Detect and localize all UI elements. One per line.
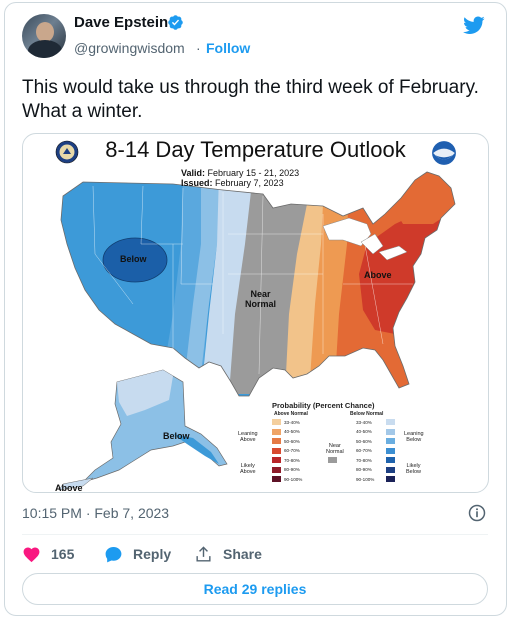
- tweet-media-map[interactable]: 8-14 Day Temperature Outlook Valid: Febr…: [22, 133, 489, 493]
- tweet-text: This would take us through the third wee…: [22, 77, 479, 122]
- legend-likely-below: Likely Below: [406, 463, 421, 475]
- legend-above-range: 40-50%: [284, 429, 300, 434]
- separator-dot: ·: [196, 40, 201, 56]
- legend-below-header: Below Normal: [350, 411, 384, 417]
- valid-label: Valid:: [181, 168, 206, 178]
- legend-below-range: 50-60%: [356, 438, 372, 444]
- legend-above-range: 60-70%: [284, 448, 300, 453]
- legend-above-swatch: [272, 466, 281, 473]
- legend-below-swatch: [386, 438, 395, 444]
- label-below-west: Below: [120, 254, 147, 264]
- legend-above-range: 33-40%: [284, 419, 300, 425]
- like-count: 165: [51, 546, 75, 562]
- legend-title: Probability (Percent Chance): [272, 401, 375, 410]
- legend-above-header: Above Normal: [274, 411, 308, 417]
- legend-below-range: 40-50%: [356, 429, 372, 434]
- legend-above-swatch: [272, 428, 281, 435]
- share-icon: [196, 545, 211, 562]
- legend-above-range: 90-100%: [284, 476, 303, 482]
- tweet-timestamp[interactable]: 10:15 PM · Feb 7, 2023: [22, 505, 169, 521]
- legend-above-range: 50-60%: [284, 438, 300, 444]
- legend-near-normal: Near Normal: [326, 443, 344, 455]
- legend-leaning-below: Leaning Below: [404, 431, 424, 443]
- legend-below-swatch: [386, 457, 395, 463]
- legend-below-swatch: [386, 447, 395, 454]
- reply-bubble-icon: [105, 546, 122, 562]
- legend-below-swatch: [386, 419, 395, 425]
- label-near-normal: Near Normal: [245, 289, 276, 309]
- label-above-east: Above: [364, 270, 392, 280]
- legend-below-range: 70-80%: [356, 457, 372, 463]
- follow-button[interactable]: Follow: [206, 40, 250, 56]
- divider: [22, 534, 488, 535]
- legend-below-range: 33-40%: [356, 419, 372, 425]
- label-below-alaska: Below: [163, 431, 190, 441]
- label-above-alaska: Above: [55, 483, 83, 493]
- legend-above-swatch: [272, 419, 281, 425]
- reply-button[interactable]: Reply: [104, 544, 171, 564]
- avatar-face: [36, 22, 54, 42]
- issued-value: February 7, 2023: [215, 178, 284, 188]
- legend-above-range: 70-80%: [284, 457, 300, 463]
- like-button[interactable]: 165: [22, 544, 74, 564]
- share-button[interactable]: Share: [194, 544, 262, 564]
- twitter-bird-icon[interactable]: [461, 14, 487, 36]
- legend-leaning-above: Leaning Above: [238, 431, 258, 443]
- avatar[interactable]: [22, 14, 66, 58]
- read-replies-button[interactable]: Read 29 replies: [22, 573, 488, 605]
- legend-below-range: 60-70%: [356, 448, 372, 453]
- near-normal-line2: Normal: [245, 299, 277, 309]
- legend-near-line2: Normal: [326, 449, 344, 455]
- author-handle[interactable]: @growingwisdom: [74, 40, 185, 56]
- reply-label: Reply: [133, 546, 172, 562]
- legend-below-swatch: [386, 466, 395, 473]
- map-dates: Valid: February 15 - 21, 2023 Issued: Fe…: [181, 168, 299, 188]
- leaning-above-line2: Above: [239, 437, 256, 443]
- alaska: [58, 369, 228, 491]
- verified-badge-icon: [168, 15, 183, 30]
- legend-above-swatch: [272, 438, 281, 444]
- map-title: 8-14 Day Temperature Outlook: [105, 137, 406, 162]
- legend-likely-above: Likely Above: [240, 463, 256, 475]
- legend-below-swatch: [386, 428, 395, 435]
- legend-below-range: 80-90%: [356, 467, 372, 472]
- info-icon[interactable]: [467, 503, 487, 523]
- leaning-below-line2: Below: [406, 437, 422, 443]
- likely-above-line2: Above: [240, 469, 256, 475]
- legend-near-swatch: [328, 457, 337, 463]
- author-name[interactable]: Dave Epstein: [74, 14, 168, 31]
- share-label: Share: [223, 546, 262, 562]
- legend-above-swatch: [272, 457, 281, 463]
- legend-above-range: 80-90%: [284, 467, 300, 472]
- issued-label: Issued:: [181, 178, 213, 188]
- heart-icon: [23, 547, 40, 562]
- probability-legend: Probability (Percent Chance) Above Norma…: [238, 401, 428, 492]
- valid-value: February 15 - 21, 2023: [207, 168, 300, 178]
- avatar-body: [28, 40, 62, 58]
- likely-below-line2: Below: [406, 469, 421, 475]
- legend-below-range: 90-100%: [356, 476, 375, 482]
- legend-above-swatch: [272, 447, 281, 454]
- near-normal-line1: Near: [250, 289, 271, 299]
- legend-below-swatch: [386, 476, 395, 482]
- legend-above-swatch: [272, 476, 281, 482]
